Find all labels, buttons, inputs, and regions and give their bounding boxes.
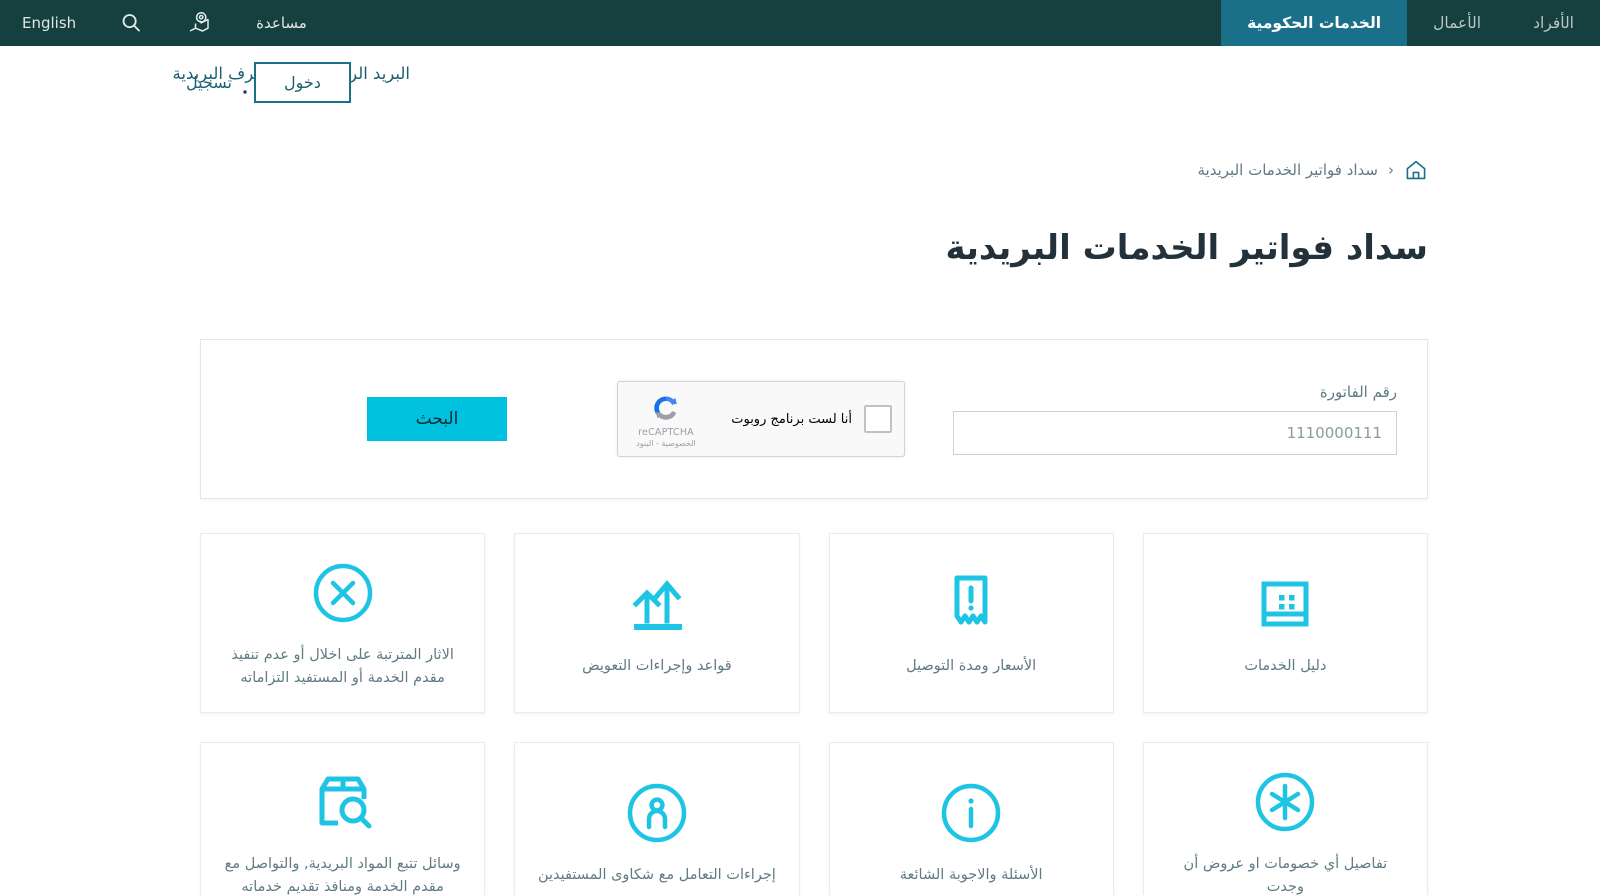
tile-discounts-offers[interactable]: تفاصيل أي خصومات او عروض أن وجدت <box>1142 742 1428 895</box>
recaptcha-label: أنا لست برنامج روبوت <box>731 411 852 427</box>
x-circle-icon <box>310 556 376 630</box>
breadcrumb-current: سداد فواتير الخدمات البريدية <box>1197 161 1378 179</box>
tile-label: وسائل تتبع المواد البريدية, والتواصل مع … <box>224 855 461 895</box>
recaptcha-checkbox[interactable] <box>864 405 892 433</box>
invoice-search-card: رقم الفاتورة أنا لست برنامج روبوت reCAPT… <box>200 339 1428 499</box>
tab-individuals-label: الأفراد <box>1533 14 1574 32</box>
two-arrows-up-icon <box>621 567 693 641</box>
language-switch[interactable]: English <box>0 0 98 46</box>
tile-label: إجراءات التعامل مع شكاوى المستفيدين <box>537 867 776 884</box>
receipt-alert-icon <box>937 567 1005 641</box>
search-button[interactable] <box>98 0 164 46</box>
topbar-utilities: مساعدة English <box>0 0 329 46</box>
person-circle-icon <box>624 776 690 850</box>
tile-faq[interactable]: الأسئلة والاجوبة الشائعة <box>828 742 1114 895</box>
package-search-icon <box>308 765 378 839</box>
tile-prices-delivery-time[interactable]: الأسعار ومدة التوصيل <box>828 533 1114 713</box>
tab-government-services[interactable]: الخدمات الحكومية <box>1221 0 1408 46</box>
tile-label: دليل الخدمات <box>1244 658 1327 675</box>
map-pin-icon <box>186 10 212 36</box>
tab-business-label: الأعمال <box>1433 14 1482 32</box>
help-label: مساعدة <box>256 14 307 32</box>
login-button[interactable]: دخول <box>254 62 351 103</box>
invoice-field-group: رقم الفاتورة <box>953 383 1397 455</box>
tab-business[interactable]: الأعمال <box>1407 0 1507 46</box>
tile-tracking-contact[interactable]: وسائل تتبع المواد البريدية, والتواصل مع … <box>200 742 486 895</box>
auth-actions: دخول تسجيل <box>186 62 351 103</box>
services-directory-icon <box>1251 567 1319 641</box>
asterisk-circle-icon <box>1252 765 1318 839</box>
language-label: English <box>22 14 77 32</box>
tile-complaints-procedures[interactable]: إجراءات التعامل مع شكاوى المستفيدين <box>514 742 800 895</box>
tile-breach-consequences[interactable]: الاثار المترتبة على اخلال أو عدم تنفيذ م… <box>200 533 486 713</box>
tile-label: الأسئلة والاجوبة الشائعة <box>899 867 1043 884</box>
branch-locator-button[interactable] <box>164 0 234 46</box>
breadcrumb: ‹ سداد فواتير الخدمات البريدية <box>0 158 1600 182</box>
home-icon[interactable] <box>1404 158 1428 182</box>
tile-label: تفاصيل أي خصومات او عروض أن وجدت <box>1183 855 1388 895</box>
search-icon <box>120 12 142 34</box>
audience-tabs: الأفراد الأعمال الخدمات الحكومية <box>1221 0 1600 46</box>
recaptcha-branding: reCAPTCHA الخصوصية - البنود <box>630 391 702 448</box>
breadcrumb-separator: ‹ <box>1388 161 1394 179</box>
tile-services-directory[interactable]: دليل الخدمات <box>1142 533 1428 713</box>
info-circle-icon <box>938 776 1004 850</box>
service-tiles-grid: دليل الخدمات الأسعار ومدة التوصيل قواعد … <box>200 533 1428 895</box>
invoice-number-label: رقم الفاتورة <box>1319 383 1397 401</box>
register-link[interactable]: تسجيل <box>186 73 232 92</box>
tab-government-services-label: الخدمات الحكومية <box>1247 14 1382 32</box>
tile-label: الأسعار ومدة التوصيل <box>906 658 1037 675</box>
tile-compensation-rules[interactable]: قواعد وإجراءات التعويض <box>514 533 800 713</box>
page-title: سداد فواتير الخدمات البريدية <box>945 228 1428 268</box>
recaptcha-icon <box>649 391 683 425</box>
search-submit-button[interactable]: البحث <box>367 397 507 441</box>
recaptcha-brand-name: reCAPTCHA <box>638 426 694 438</box>
recaptcha-terms[interactable]: الخصوصية - البنود <box>636 439 696 448</box>
invoice-number-input[interactable] <box>953 411 1397 455</box>
help-link[interactable]: مساعدة <box>234 0 329 46</box>
top-utility-bar: الأفراد الأعمال الخدمات الحكومية مساعدة <box>0 0 1600 46</box>
tile-label: قواعد وإجراءات التعويض <box>582 658 732 675</box>
recaptcha-widget[interactable]: أنا لست برنامج روبوت reCAPTCHA الخصوصية … <box>617 381 905 457</box>
tab-individuals[interactable]: الأفراد <box>1507 0 1600 46</box>
tile-label: الاثار المترتبة على اخلال أو عدم تنفيذ م… <box>231 646 454 686</box>
